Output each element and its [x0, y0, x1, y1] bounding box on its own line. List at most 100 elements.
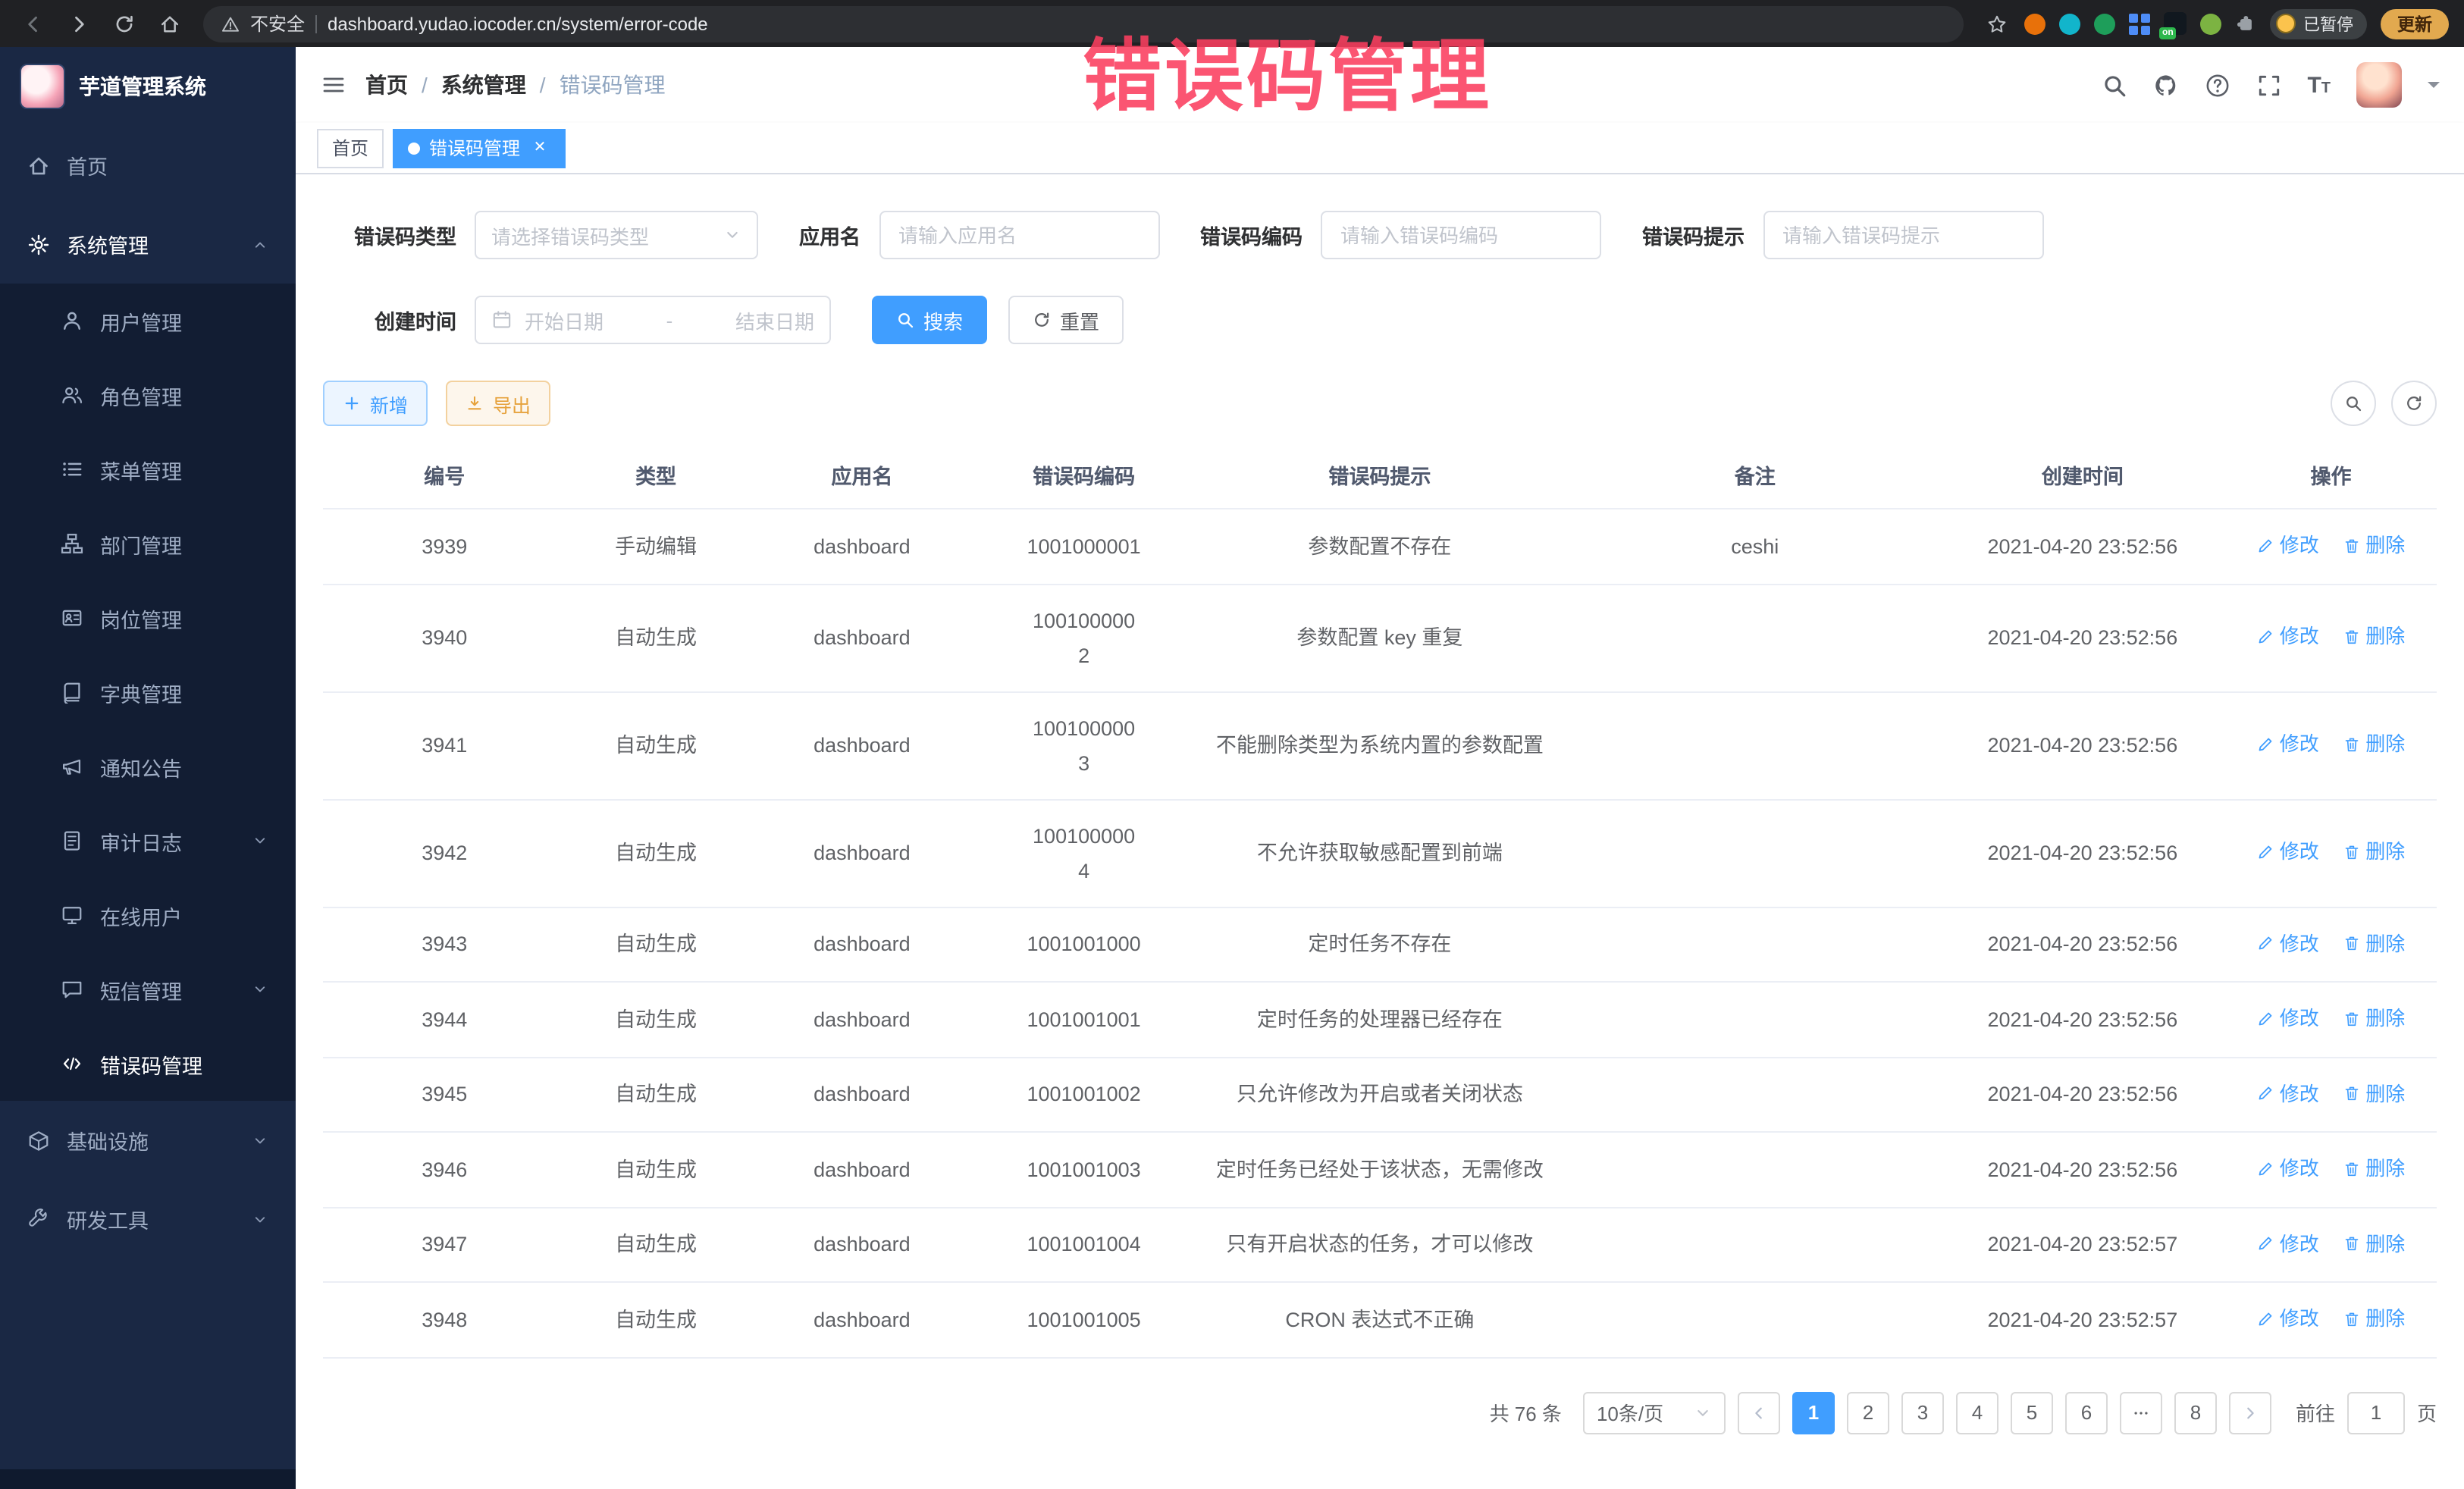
export-button[interactable]: 导出: [446, 381, 550, 426]
avatar-caret-icon[interactable]: [2428, 82, 2440, 94]
profile-paused-badge[interactable]: 已暂停: [2270, 8, 2367, 39]
extension-icon[interactable]: [2024, 13, 2045, 34]
edit-link[interactable]: 修改: [2257, 1301, 2319, 1336]
sidebar-item-roles[interactable]: 角色管理: [0, 358, 296, 432]
edit-link[interactable]: 修改: [2257, 619, 2319, 654]
page-button-3[interactable]: 3: [1901, 1391, 1944, 1434]
app-logo[interactable]: 芋道管理系统: [0, 47, 296, 126]
sidebar-item-label: 菜单管理: [100, 454, 182, 484]
edit-link[interactable]: 修改: [2257, 926, 2319, 961]
edit-link[interactable]: 修改: [2257, 1076, 2319, 1111]
delete-link[interactable]: 删除: [2343, 1001, 2405, 1036]
sidebar-item-departments[interactable]: 部门管理: [0, 506, 296, 581]
refresh-icon: [1033, 311, 1051, 329]
breadcrumb-system[interactable]: 系统管理: [441, 70, 526, 100]
edit-link[interactable]: 修改: [2257, 835, 2319, 870]
extension-on-badge: on: [2159, 27, 2177, 39]
more-pages-button[interactable]: [2120, 1391, 2162, 1434]
font-size-icon[interactable]: TT: [2307, 74, 2331, 96]
add-button[interactable]: 新增: [323, 381, 428, 426]
omnibox-divider: [315, 14, 317, 33]
next-page-button[interactable]: [2229, 1391, 2271, 1434]
edit-link[interactable]: 修改: [2257, 528, 2319, 563]
delete-link[interactable]: 删除: [2343, 619, 2405, 654]
toggle-search-button[interactable]: [2331, 381, 2376, 426]
delete-link[interactable]: 删除: [2343, 926, 2405, 961]
sidebar-item-system[interactable]: 系统管理: [0, 205, 296, 284]
filter-error-hint: 错误码提示: [1642, 211, 2043, 259]
delete-link[interactable]: 删除: [2343, 528, 2405, 563]
edit-label: 修改: [2280, 1151, 2319, 1186]
create-time-range-picker[interactable]: 开始日期 - 结束日期: [475, 296, 831, 344]
prev-page-button[interactable]: [1738, 1391, 1780, 1434]
refresh-table-button[interactable]: [2391, 381, 2437, 426]
delete-link[interactable]: 删除: [2343, 1226, 2405, 1261]
delete-link[interactable]: 删除: [2343, 727, 2405, 762]
github-icon[interactable]: [2152, 72, 2178, 98]
page-button-5[interactable]: 5: [2011, 1391, 2053, 1434]
help-icon[interactable]: [2204, 72, 2230, 98]
sidebar-item-dictionary[interactable]: 字典管理: [0, 655, 296, 729]
gear-icon: [27, 233, 50, 255]
edit-link[interactable]: 修改: [2257, 727, 2319, 762]
cell-msg: CRON 表达式不正确: [1190, 1282, 1570, 1357]
reset-button[interactable]: 重置: [1008, 296, 1124, 344]
sidebar-item-menus[interactable]: 菜单管理: [0, 432, 296, 506]
page-button-4[interactable]: 4: [1956, 1391, 1998, 1434]
delete-link[interactable]: 删除: [2343, 1301, 2405, 1336]
goto-page-input[interactable]: [2347, 1391, 2405, 1434]
sidebar-item-infrastructure[interactable]: 基础设施: [0, 1101, 296, 1180]
tab-error-code[interactable]: 错误码管理 ✕: [393, 128, 566, 168]
search-icon[interactable]: [2101, 72, 2127, 98]
error-code-input[interactable]: [1321, 211, 1601, 259]
edit-link[interactable]: 修改: [2257, 1151, 2319, 1186]
sidebar-item-online-users[interactable]: 在线用户: [0, 878, 296, 952]
back-button[interactable]: [15, 5, 52, 42]
extension-grid-icon[interactable]: [2129, 13, 2150, 34]
page-button-last[interactable]: 8: [2174, 1391, 2217, 1434]
address-bar[interactable]: 不安全 dashboard.yudao.iocoder.cn/system/er…: [203, 5, 1964, 42]
sidebar-item-notices[interactable]: 通知公告: [0, 729, 296, 804]
bookmark-star-icon[interactable]: [1979, 5, 2015, 42]
fullscreen-icon[interactable]: [2256, 72, 2281, 98]
column-header: 操作: [2225, 447, 2437, 509]
user-avatar[interactable]: [2356, 62, 2402, 108]
delete-link[interactable]: 删除: [2343, 835, 2405, 870]
search-button[interactable]: 搜索: [872, 296, 987, 344]
page-button-2[interactable]: 2: [1847, 1391, 1889, 1434]
extension-icon[interactable]: [2094, 13, 2115, 34]
reload-button[interactable]: [106, 5, 143, 42]
sidebar-toggle-button[interactable]: [308, 59, 359, 111]
page-button-6[interactable]: 6: [2065, 1391, 2108, 1434]
edit-link[interactable]: 修改: [2257, 1001, 2319, 1036]
error-type-select[interactable]: 请选择错误码类型: [475, 211, 758, 259]
error-hint-input[interactable]: [1763, 211, 2043, 259]
sidebar-item-sms[interactable]: 短信管理: [0, 952, 296, 1027]
sidebar-item-dev-tools[interactable]: 研发工具: [0, 1180, 296, 1259]
edit-link[interactable]: 修改: [2257, 1226, 2319, 1261]
page-size-select[interactable]: 10条/页: [1583, 1391, 1726, 1434]
extension-icon[interactable]: [2200, 13, 2221, 34]
edit-label: 修改: [2280, 835, 2319, 870]
sidebar-item-posts[interactable]: 岗位管理: [0, 581, 296, 655]
app-name-input[interactable]: [879, 211, 1159, 259]
sidebar-item-error-code[interactable]: 错误码管理: [0, 1027, 296, 1101]
page-button-1[interactable]: 1: [1792, 1391, 1835, 1434]
close-icon[interactable]: ✕: [529, 137, 550, 158]
extensions-puzzle-icon[interactable]: [2235, 13, 2256, 34]
cell-remark: [1570, 907, 1940, 982]
sidebar-item-home[interactable]: 首页: [0, 126, 296, 205]
forward-button[interactable]: [61, 5, 97, 42]
browser-update-button[interactable]: 更新: [2381, 8, 2449, 39]
sidebar-item-users[interactable]: 用户管理: [0, 284, 296, 358]
chevron-down-icon: [723, 226, 741, 244]
extension-icon[interactable]: [2059, 13, 2080, 34]
delete-link[interactable]: 删除: [2343, 1076, 2405, 1111]
tab-home[interactable]: 首页: [317, 128, 384, 168]
sidebar-item-audit-logs[interactable]: 审计日志: [0, 804, 296, 878]
breadcrumb-home[interactable]: 首页: [365, 70, 408, 100]
extension-icon[interactable]: on: [2164, 12, 2187, 35]
delete-link[interactable]: 删除: [2343, 1151, 2405, 1186]
monitor-icon: [61, 904, 83, 926]
browser-home-button[interactable]: [152, 5, 188, 42]
